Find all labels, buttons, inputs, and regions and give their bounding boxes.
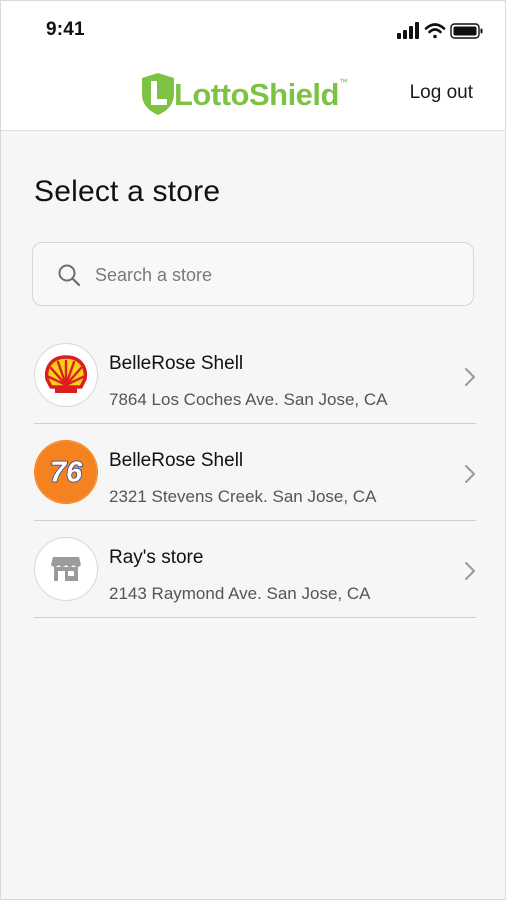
store-list-item[interactable]: Ray's store 2143 Raymond Ave. San Jose, …	[34, 521, 476, 618]
store-name: BelleRose Shell	[109, 353, 244, 374]
store-icon	[34, 537, 98, 601]
status-bar: 9:41	[1, 1, 505, 63]
app-header: LottoShield ™ Log out	[1, 63, 505, 131]
status-time: 9:41	[46, 19, 85, 40]
logout-button[interactable]: Log out	[410, 82, 473, 104]
store-address: 7864 Los Coches Ave. San Jose, CA	[109, 390, 388, 409]
search-icon	[58, 264, 81, 287]
store-name: BelleRose Shell	[109, 450, 244, 471]
store-list-item[interactable]: BelleRose Shell 7864 Los Coches Ave. San…	[34, 327, 476, 424]
76-logo: 76	[34, 440, 98, 504]
store-address: 2321 Stevens Creek. San Jose, CA	[109, 487, 377, 506]
logo-text: LottoShield	[174, 76, 339, 112]
store-address: 2143 Raymond Ave. San Jose, CA	[109, 584, 371, 603]
76-logo-text: 76	[50, 457, 83, 489]
store-name: Ray's store	[109, 547, 204, 568]
status-icons	[397, 21, 487, 41]
store-search-box[interactable]	[32, 242, 474, 306]
signal-icon	[397, 22, 419, 39]
chevron-right-icon	[465, 465, 475, 483]
store-list: BelleRose Shell 7864 Los Coches Ave. San…	[34, 327, 476, 618]
app-screen: 9:41 LottoShield ™ Log out Select a stor…	[0, 0, 506, 900]
search-input[interactable]	[95, 255, 455, 295]
chevron-right-icon	[465, 368, 475, 386]
page-title: Select a store	[34, 175, 221, 208]
wifi-icon	[424, 23, 446, 39]
store-list-item[interactable]: 76 BelleRose Shell 2321 Stevens Creek. S…	[34, 424, 476, 521]
shield-logo-icon	[142, 73, 174, 115]
chevron-right-icon	[465, 562, 475, 580]
lottoshield-logo: LottoShield ™	[140, 71, 348, 117]
logo-trademark: ™	[338, 77, 348, 87]
shell-logo	[34, 343, 98, 407]
battery-icon	[450, 23, 483, 39]
